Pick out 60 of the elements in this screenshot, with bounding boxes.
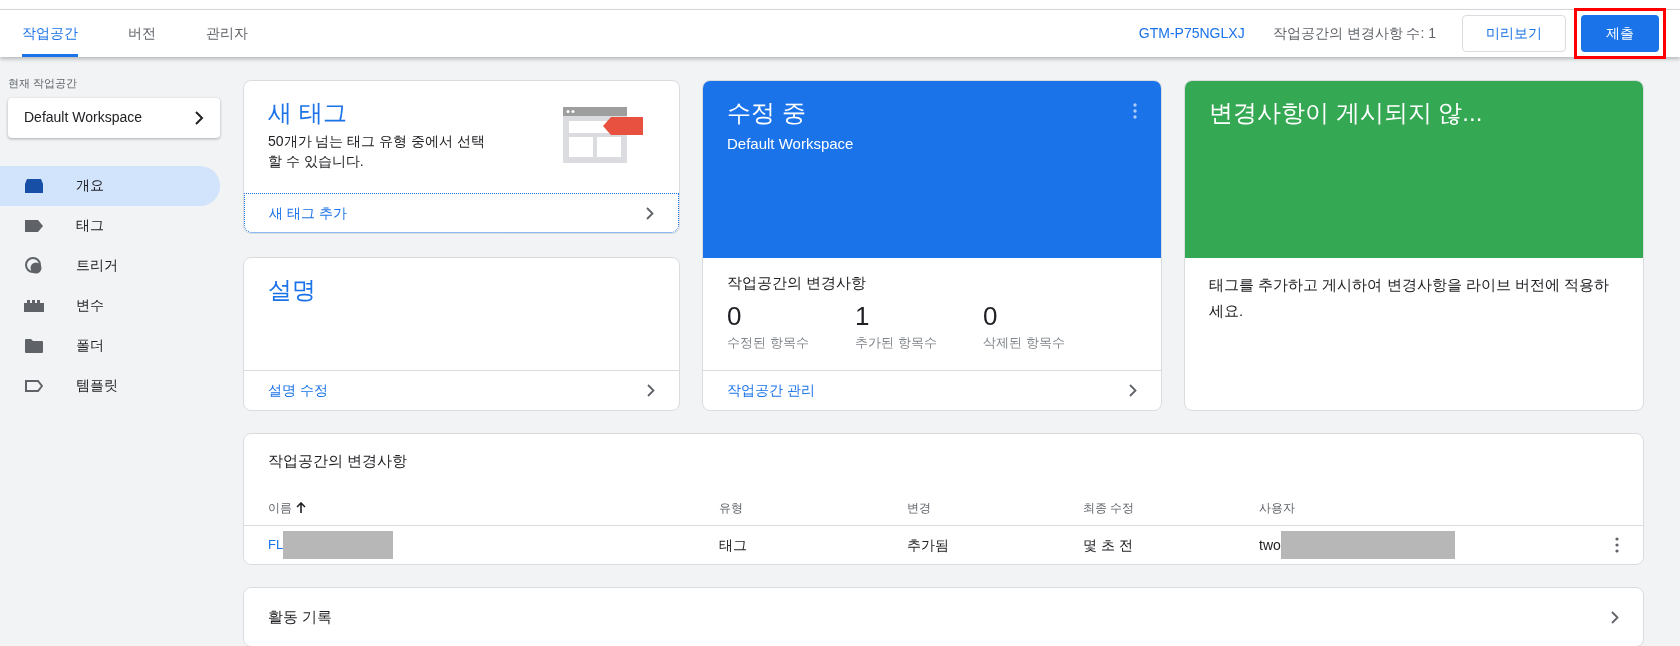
nav-item[interactable]: 템플릿: [0, 365, 220, 406]
chevron-right-icon: [647, 384, 655, 397]
stat-value: 0: [983, 299, 999, 333]
more-options-icon[interactable]: [1133, 103, 1137, 119]
tab[interactable]: 작업공간: [22, 10, 78, 57]
nav-item[interactable]: 폴더: [0, 325, 220, 366]
workspace-label: 현재 작업공간: [7, 76, 79, 91]
column-header[interactable]: 사용자: [1259, 498, 1295, 517]
card-title: 활동 기록: [268, 606, 333, 627]
chevron-right-icon: [1129, 384, 1137, 397]
stat-value: 1: [855, 299, 871, 333]
workspace-name: Default Workspace: [24, 108, 142, 127]
column-header[interactable]: 최종 수정: [1083, 498, 1135, 517]
card-title: 설명: [268, 275, 317, 305]
nav-item[interactable]: 변수: [0, 285, 220, 326]
nav-item[interactable]: 트리거: [0, 245, 220, 286]
section-title: 작업공간의 변경사항: [727, 273, 868, 293]
card-title: 변경사항이 게시되지 않...: [1209, 98, 1484, 128]
chevron-right-icon: [646, 206, 654, 220]
card-title: 새 태그: [268, 98, 348, 128]
container-id-link[interactable]: GTM-P75NGLXJ: [1138, 23, 1245, 44]
chevron-right-icon: [1611, 610, 1619, 624]
table-title: 작업공간의 변경사항: [267, 451, 409, 471]
folder-icon: [25, 338, 43, 353]
table-cell-text: 몇 초 전: [1083, 535, 1134, 555]
nav-item[interactable]: 개요: [0, 165, 220, 206]
variable-icon: [24, 299, 44, 312]
table-cell-text: two: [1259, 535, 1281, 555]
more-options-icon[interactable]: [1615, 537, 1619, 553]
edit-description-link[interactable]: 설명 수정: [244, 370, 679, 410]
tab[interactable]: 버전: [128, 10, 156, 57]
chevron-right-icon: [194, 110, 204, 125]
stat-label: 삭제된 항목수: [983, 333, 1066, 352]
table-cell-text: 태그: [719, 535, 748, 555]
stat-label: 수정된 항목수: [727, 333, 810, 352]
trigger-icon: [25, 256, 43, 275]
sort-arrow-icon: [296, 502, 306, 513]
change-count: 작업공간의 변경사항 수: 1: [1272, 24, 1436, 43]
card-description: 50개가 넘는 태그 유형 중에서 선택할 수 있습니다.: [268, 132, 487, 171]
tag-browser-icon: [563, 107, 643, 165]
overview-icon: [25, 178, 43, 193]
column-header[interactable]: 이름: [268, 498, 292, 517]
card-title: 수정 중: [727, 98, 807, 128]
workspace-name: Default Workspace: [727, 134, 854, 154]
stat-value: 0: [727, 299, 743, 333]
column-header[interactable]: 변경: [907, 498, 931, 517]
submit-button[interactable]: 제출: [1581, 15, 1659, 52]
card-description: 태그를 추가하고 게시하여 변경사항을 라이브 버전에 적용하세요.: [1208, 275, 1610, 321]
workspace-selector[interactable]: Default Workspace: [8, 97, 220, 138]
tag-icon: [25, 219, 43, 232]
preview-button[interactable]: 미리보기: [1462, 15, 1566, 52]
column-header[interactable]: 유형: [719, 498, 743, 517]
template-icon: [25, 379, 43, 392]
table-cell-text: 추가됨: [907, 535, 950, 555]
manage-workspace-link[interactable]: 작업공간 관리: [703, 370, 1161, 410]
activity-card[interactable]: 활동 기록: [243, 587, 1644, 646]
tab[interactable]: 관리자: [206, 10, 248, 57]
tag-name-link[interactable]: FL: [268, 535, 284, 555]
stat-label: 추가된 항목수: [855, 333, 938, 352]
nav-item[interactable]: 태그: [0, 205, 220, 246]
